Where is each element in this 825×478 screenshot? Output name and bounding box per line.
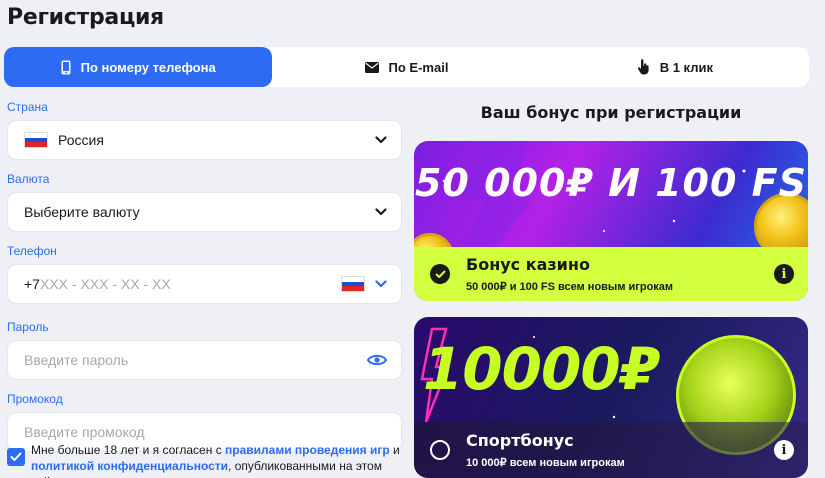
- bonus-text: Бонус казино 50 000₽ и 100 FS всем новым…: [466, 255, 774, 293]
- hand-pointer-icon: [637, 59, 649, 75]
- agreement-text: Мне больше 18 лет и я согласен с правила…: [31, 442, 402, 478]
- bonus-section-title: Ваш бонус при регистрации: [480, 103, 742, 122]
- bonus-headline: 10000₽: [422, 335, 660, 403]
- rules-link[interactable]: правилами проведения игр: [225, 443, 390, 457]
- tab-phone[interactable]: По номеру телефона: [4, 47, 273, 87]
- tab-phone-label: По номеру телефона: [80, 59, 216, 75]
- privacy-link[interactable]: политикой конфиденциальности: [31, 459, 228, 473]
- bonus-description: 10 000₽ всем новым игрокам: [466, 457, 625, 469]
- registration-form: Страна Россия Валюта Выберите валюту Тел…: [7, 100, 402, 452]
- tab-email-label: По E-mail: [388, 59, 449, 75]
- page-title: Регистрация: [7, 5, 164, 30]
- promo-placeholder: Введите промокод: [24, 424, 145, 440]
- bonus-card-sport[interactable]: 10000₽ Спортбонус 10 000₽ всем новым игр…: [414, 317, 808, 478]
- country-select[interactable]: Россия: [7, 120, 402, 160]
- bonus-name: Спортбонус: [466, 431, 574, 450]
- phone-label: Телефон: [7, 244, 57, 258]
- russia-flag-icon[interactable]: [341, 276, 365, 292]
- tab-one-click-label: В 1 клик: [659, 59, 713, 75]
- bonus-description: 50 000₽ и 100 FS всем новым игрокам: [466, 281, 674, 293]
- bonus-card-casino[interactable]: 50 000₽ И 100 FS Бонус казино 50 000₽ и …: [414, 141, 808, 301]
- agreement-checkbox[interactable]: [7, 448, 25, 466]
- checkmark-icon: [435, 270, 445, 278]
- agreement-text-part: Мне больше 18 лет и я согласен с: [31, 443, 226, 457]
- phone-prefix: +7: [24, 276, 40, 292]
- russia-flag-icon: [24, 132, 48, 148]
- agreement-text-part: и: [389, 443, 400, 457]
- phone-placeholder: XXX - XXX - XX - XX: [39, 276, 171, 292]
- currency-label: Валюта: [7, 172, 50, 186]
- registration-tabs: По номеру телефона По E-mail В 1 клик: [4, 47, 809, 87]
- checkmark-icon: [10, 452, 22, 461]
- chevron-down-icon[interactable]: [375, 280, 387, 288]
- currency-value: Выберите валюту: [24, 204, 140, 220]
- password-label: Пароль: [7, 320, 49, 334]
- password-placeholder: Введите пароль: [24, 352, 129, 368]
- envelope-icon: [364, 61, 379, 73]
- bonus-radio-selected[interactable]: [430, 264, 450, 284]
- bonus-name: Бонус казино: [466, 255, 590, 274]
- bonus-headline: 50 000₽ И 100 FS: [414, 161, 807, 205]
- currency-select[interactable]: Выберите валюту: [7, 192, 402, 232]
- promo-label: Промокод: [7, 392, 63, 406]
- eye-icon[interactable]: [367, 353, 387, 367]
- info-icon[interactable]: i: [774, 264, 794, 284]
- phone-input[interactable]: +7 XXX - XXX - XX - XX: [7, 264, 402, 304]
- bonus-text: Спортбонус 10 000₽ всем новым игрокам: [466, 431, 774, 469]
- password-input[interactable]: Введите пароль: [7, 340, 402, 380]
- bonus-panel: Бонус казино 50 000₽ и 100 FS всем новым…: [414, 247, 808, 301]
- info-icon[interactable]: i: [774, 440, 794, 460]
- country-value: Россия: [58, 132, 104, 148]
- agreement: Мне больше 18 лет и я согласен с правила…: [7, 442, 402, 478]
- bonus-panel: Спортбонус 10 000₽ всем новым игрокам i: [414, 422, 808, 478]
- tab-email[interactable]: По E-mail: [272, 47, 540, 87]
- bonus-radio-unselected[interactable]: [430, 440, 450, 460]
- chevron-down-icon: [375, 208, 387, 216]
- phone-icon: [61, 60, 71, 74]
- chevron-down-icon: [375, 136, 387, 144]
- tab-one-click[interactable]: В 1 клик: [541, 47, 809, 87]
- country-label: Страна: [7, 100, 48, 114]
